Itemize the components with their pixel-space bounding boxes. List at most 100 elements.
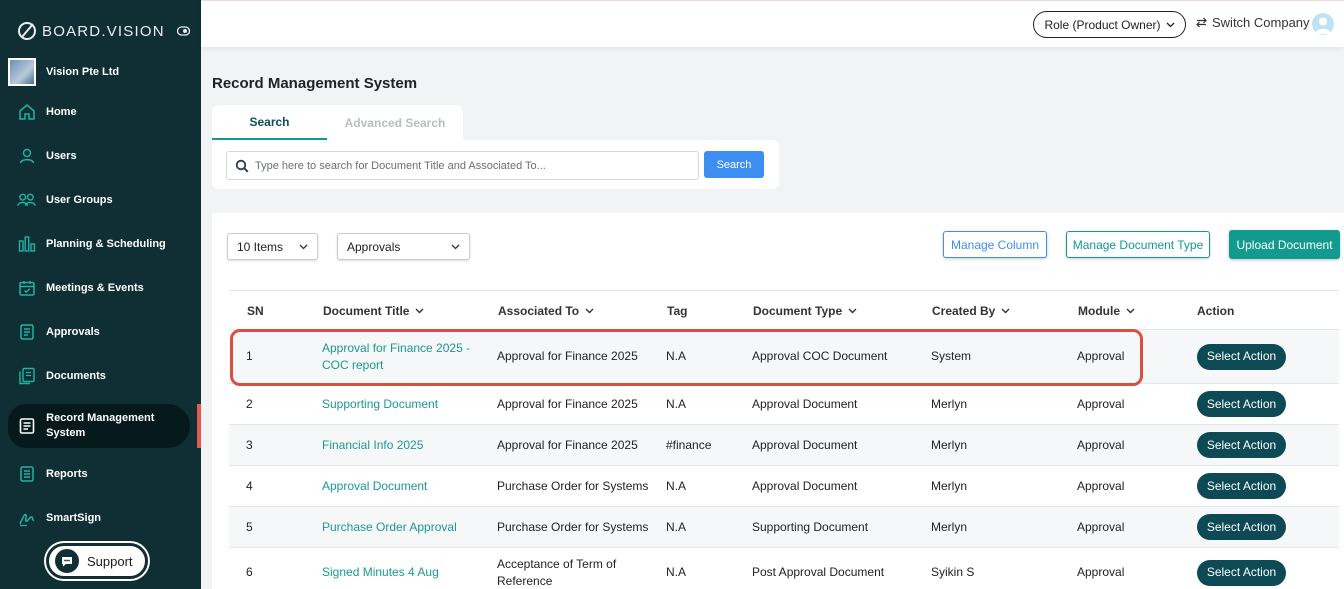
cell-title[interactable]: Approval Document — [322, 466, 482, 506]
cell-sn: 4 — [246, 478, 253, 493]
search-field[interactable] — [226, 151, 699, 180]
header-label: Document Type — [753, 304, 843, 318]
user-icon — [17, 147, 36, 166]
column-header-associated-to[interactable]: Associated To — [498, 291, 594, 331]
support-label: Support — [87, 553, 133, 569]
chevron-down-icon — [451, 244, 460, 249]
cell-action: Select Action — [1197, 548, 1286, 589]
cell-type: Approval Document — [752, 437, 858, 452]
header-label: Module — [1078, 304, 1120, 318]
chevron-down-icon — [848, 308, 857, 314]
cell-by: Syikin S — [931, 565, 975, 579]
module-select-value: Approvals — [347, 239, 401, 254]
header-label: Associated To — [498, 304, 580, 318]
page-title: Record Management System — [212, 75, 418, 92]
items-per-page-value: 10 Items — [237, 239, 284, 254]
cell-title[interactable]: Approval for Finance 2025 - COC report — [322, 330, 482, 383]
sidebar-item-home[interactable]: Home — [0, 90, 201, 134]
select-action-button[interactable]: Select Action — [1197, 432, 1286, 458]
column-header-document-title[interactable]: Document Title — [323, 291, 424, 331]
manage-document-type-button[interactable]: Manage Document Type — [1066, 231, 1210, 258]
cell-title[interactable]: Supporting Document — [322, 384, 482, 424]
column-header-created-by[interactable]: Created By — [932, 291, 1010, 331]
cell-type: Approval COC Document — [752, 349, 888, 363]
role-dropdown[interactable]: Role (Product Owner) — [1033, 11, 1186, 38]
sidebar-item-planning[interactable]: Planning & Scheduling — [0, 222, 201, 266]
brand-name: BOARD.VISION — [42, 22, 165, 40]
sidebar-item-label: Reports — [46, 468, 88, 480]
records-panel: 10 Items Approvals Manage Column Manage … — [212, 213, 1344, 589]
search-icon — [235, 159, 249, 173]
select-action-button[interactable]: Select Action — [1197, 343, 1286, 370]
company-logo — [8, 58, 36, 86]
cell-title[interactable]: Financial Info 2025 — [322, 425, 482, 465]
cell-module: Approval — [1077, 349, 1125, 363]
column-header-sn: SN — [247, 291, 264, 331]
select-action-button[interactable]: Select Action — [1197, 514, 1286, 540]
select-action-button[interactable]: Select Action — [1197, 473, 1286, 499]
search-tabs: Search Advanced Search — [212, 105, 463, 140]
table-row: 6 Signed Minutes 4 Aug Acceptance of Term … — [229, 548, 1339, 589]
sidebar-item-users[interactable]: Users — [0, 134, 201, 178]
column-header-document-type[interactable]: Document Type — [753, 291, 857, 331]
cell-assoc: Purchase Order for Systems — [497, 478, 649, 493]
user-avatar[interactable] — [1312, 13, 1334, 35]
chevron-down-icon — [1166, 22, 1174, 27]
cell-sn: 5 — [246, 519, 253, 534]
sidebar-item-label: User Groups — [46, 194, 113, 206]
select-action-button[interactable]: Select Action — [1197, 559, 1286, 586]
cell-action: Select Action — [1197, 425, 1286, 465]
sidebar-item-label: Record Management System — [46, 412, 155, 439]
sidebar-item-record-management[interactable]: Record Management System — [8, 404, 190, 448]
manage-column-button[interactable]: Manage Column — [943, 231, 1047, 258]
tab-advanced-search[interactable]: Advanced Search — [327, 105, 463, 140]
column-header-module[interactable]: Module — [1078, 291, 1135, 331]
toggle-icon[interactable] — [177, 26, 190, 36]
module-select[interactable]: Approvals — [337, 233, 470, 260]
table-row: 3 Financial Info 2025 Approval for Finance… — [229, 425, 1339, 466]
sidebar-item-approvals[interactable]: Approvals — [0, 310, 201, 354]
sidebar-item-smartsign[interactable]: SmartSign — [0, 496, 201, 540]
tab-search[interactable]: Search — [212, 105, 327, 140]
search-panel: Search — [212, 140, 779, 189]
cell-by: Merlyn — [931, 478, 968, 493]
home-icon — [17, 103, 36, 122]
sidebar: BOARD.VISION Vision Pte Ltd Home Users U… — [0, 0, 201, 589]
support-button[interactable]: Support — [46, 543, 148, 579]
chevron-down-icon — [1126, 308, 1135, 314]
search-input[interactable] — [255, 159, 685, 172]
upload-document-button[interactable]: Upload Document — [1229, 230, 1340, 259]
cell-assoc: Approval for Finance 2025 — [497, 396, 638, 411]
sidebar-item-reports[interactable]: Reports — [0, 452, 201, 496]
company-switcher[interactable]: Vision Pte Ltd — [8, 58, 119, 86]
items-per-page-select[interactable]: 10 Items — [227, 233, 318, 260]
sidebar-item-meetings[interactable]: Meetings & Events — [0, 266, 201, 310]
sidebar-item-label: Approvals — [46, 326, 100, 338]
top-bar: Role (Product Owner) Switch Company — [201, 0, 1344, 47]
cell-title[interactable]: Purchase Order Approval — [322, 507, 482, 547]
approvals-icon — [17, 323, 36, 342]
chat-icon — [55, 549, 79, 573]
search-button[interactable]: Search — [704, 151, 764, 178]
column-header-tag: Tag — [667, 291, 687, 331]
sidebar-item-label: Home — [46, 106, 77, 118]
sidebar-item-label: Users — [46, 150, 77, 162]
switch-company-button[interactable]: Switch Company — [1195, 15, 1310, 30]
brand-logo[interactable]: BOARD.VISION — [16, 20, 165, 42]
cell-title[interactable]: Signed Minutes 4 Aug — [322, 548, 482, 589]
cell-module: Approval — [1077, 565, 1125, 579]
cell-type: Approval Document — [752, 478, 858, 493]
chevron-down-icon — [585, 308, 594, 314]
active-indicator — [197, 404, 201, 448]
cell-tag: N.A — [666, 565, 687, 579]
cell-assoc: Purchase Order for Systems — [497, 519, 649, 534]
sidebar-item-documents[interactable]: Documents — [0, 354, 201, 398]
select-action-button[interactable]: Select Action — [1197, 391, 1286, 417]
sidebar-item-user-groups[interactable]: User Groups — [0, 178, 201, 222]
sidebar-item-label: SmartSign — [46, 512, 102, 524]
signature-icon — [17, 509, 36, 528]
cell-action: Select Action — [1197, 466, 1286, 506]
cell-type: Supporting Document — [752, 519, 869, 534]
calendar-icon — [17, 279, 36, 298]
table-row: 2 Supporting Document Approval for Finance… — [229, 384, 1339, 425]
